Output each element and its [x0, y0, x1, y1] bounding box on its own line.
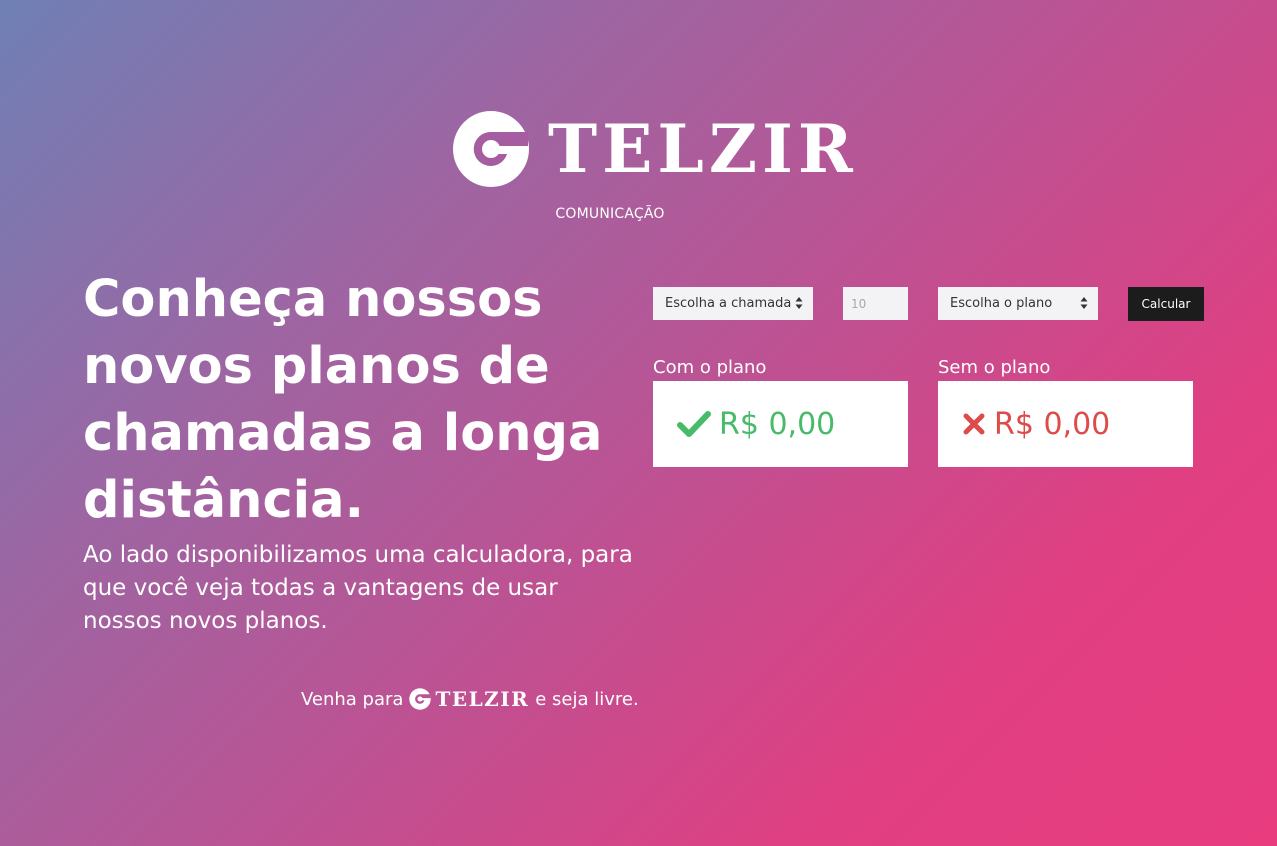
without-plan-result: R$ 0,00 [938, 381, 1193, 467]
slogan-after: e seja livre. [535, 688, 639, 710]
brand-logo: TELZIR [452, 108, 853, 190]
calculate-button[interactable]: Calcular [1128, 287, 1204, 321]
minutes-input[interactable] [843, 287, 908, 320]
x-icon [963, 413, 985, 435]
with-plan-label: Com o plano [653, 357, 767, 378]
check-icon [677, 411, 711, 437]
logo-mark-icon [409, 688, 432, 710]
call-select[interactable]: Escolha a chamada [653, 287, 813, 320]
slogan-brand: TELZIR [435, 687, 530, 711]
hero-title: Conheça nossos novos planos de chamadas … [83, 270, 603, 530]
call-select-value: Escolha a chamada [665, 296, 792, 311]
hero-description: Ao lado disponibilizamos uma calculadora… [83, 542, 633, 634]
with-plan-result: R$ 0,00 [653, 381, 908, 467]
slogan: Venha para TELZIR e seja livre. [301, 684, 639, 714]
without-plan-value: R$ 0,00 [994, 406, 1111, 442]
sort-caret-icon [795, 297, 803, 309]
sort-caret-icon [1080, 297, 1088, 309]
brand-wordmark: TELZIR [548, 110, 858, 188]
plan-select[interactable]: Escolha o plano [938, 287, 1098, 320]
slogan-before: Venha para [301, 688, 404, 710]
slogan-logo: TELZIR [409, 687, 529, 711]
plan-select-value: Escolha o plano [950, 296, 1053, 311]
without-plan-label: Sem o plano [938, 357, 1051, 378]
brand-tagline: COMUNICAÇÃO [555, 206, 665, 222]
logo-mark-icon [453, 111, 529, 187]
with-plan-value: R$ 0,00 [719, 406, 836, 442]
